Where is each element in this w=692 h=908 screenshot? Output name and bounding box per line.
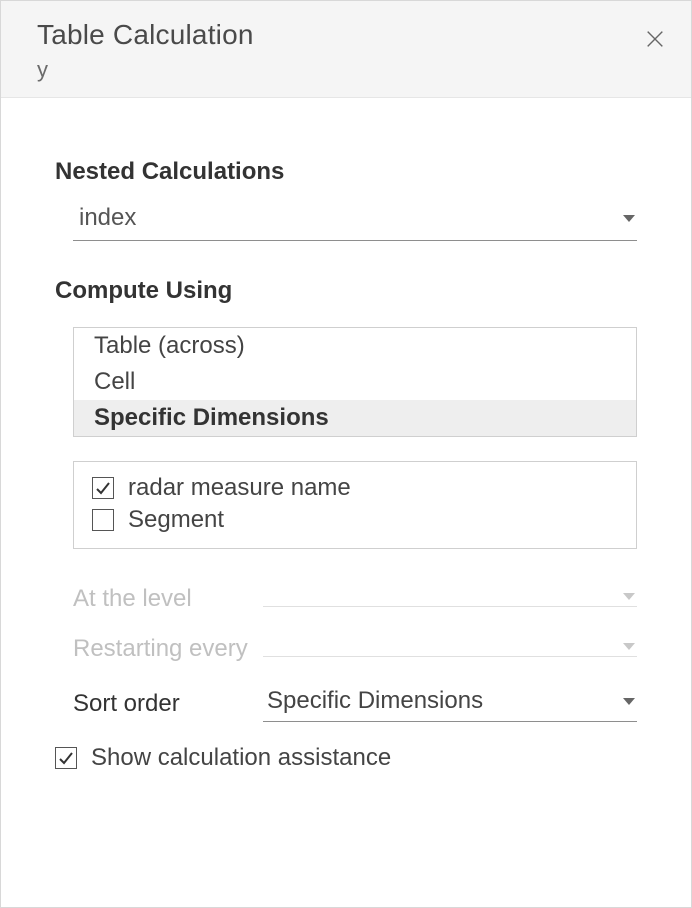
close-icon <box>644 28 666 50</box>
form-rows: At the level Restarting every Sort order <box>73 585 637 722</box>
dimension-label: Segment <box>128 506 224 534</box>
dimension-row-segment[interactable]: Segment <box>92 504 618 536</box>
close-button[interactable] <box>641 25 669 53</box>
sort-order-row: Sort order Specific Dimensions <box>73 685 637 722</box>
dialog-title: Table Calculation <box>37 19 663 51</box>
chevron-down-icon <box>623 215 635 222</box>
restarting-every-row: Restarting every <box>73 635 637 663</box>
compute-option-cell[interactable]: Cell <box>74 364 636 400</box>
checkmark-icon <box>95 480 111 496</box>
at-the-level-select[interactable] <box>263 591 637 607</box>
checkmark-icon <box>58 750 74 766</box>
show-calculation-assistance-row[interactable]: Show calculation assistance <box>55 744 637 772</box>
dialog-subtitle: y <box>37 57 663 83</box>
compute-option-specific-dimensions[interactable]: Specific Dimensions <box>74 400 636 436</box>
compute-option-table-across[interactable]: Table (across) <box>74 328 636 364</box>
dimension-checkbox-segment[interactable] <box>92 509 114 531</box>
show-assistance-checkbox[interactable] <box>55 747 77 769</box>
chevron-down-icon <box>623 643 635 650</box>
dimension-checkbox-radar[interactable] <box>92 477 114 499</box>
at-the-level-label: At the level <box>73 585 263 613</box>
compute-using-section: Compute Using Table (across) Cell Specif… <box>55 277 637 722</box>
nested-calculations-value: index <box>79 204 136 232</box>
compute-using-listbox[interactable]: Table (across) Cell Specific Dimensions <box>73 327 637 437</box>
sort-order-label: Sort order <box>73 690 263 718</box>
dimension-row-radar[interactable]: radar measure name <box>92 472 618 504</box>
nested-calculations-label: Nested Calculations <box>55 158 637 186</box>
nested-calculations-select[interactable]: index <box>73 200 637 241</box>
chevron-down-icon <box>623 698 635 705</box>
specific-dimensions-box: radar measure name Segment <box>73 461 637 549</box>
dialog-body: Nested Calculations index Compute Using … <box>1 98 691 792</box>
chevron-down-icon <box>623 593 635 600</box>
dimension-label: radar measure name <box>128 474 351 502</box>
at-the-level-row: At the level <box>73 585 637 613</box>
dialog-header: Table Calculation y <box>1 1 691 98</box>
compute-using-label: Compute Using <box>55 277 637 305</box>
sort-order-select[interactable]: Specific Dimensions <box>263 685 637 722</box>
sort-order-value: Specific Dimensions <box>267 687 483 715</box>
restarting-every-label: Restarting every <box>73 635 263 663</box>
restarting-every-select[interactable] <box>263 641 637 657</box>
show-assistance-label: Show calculation assistance <box>91 744 391 772</box>
table-calculation-dialog: Table Calculation y Nested Calculations … <box>0 0 692 908</box>
